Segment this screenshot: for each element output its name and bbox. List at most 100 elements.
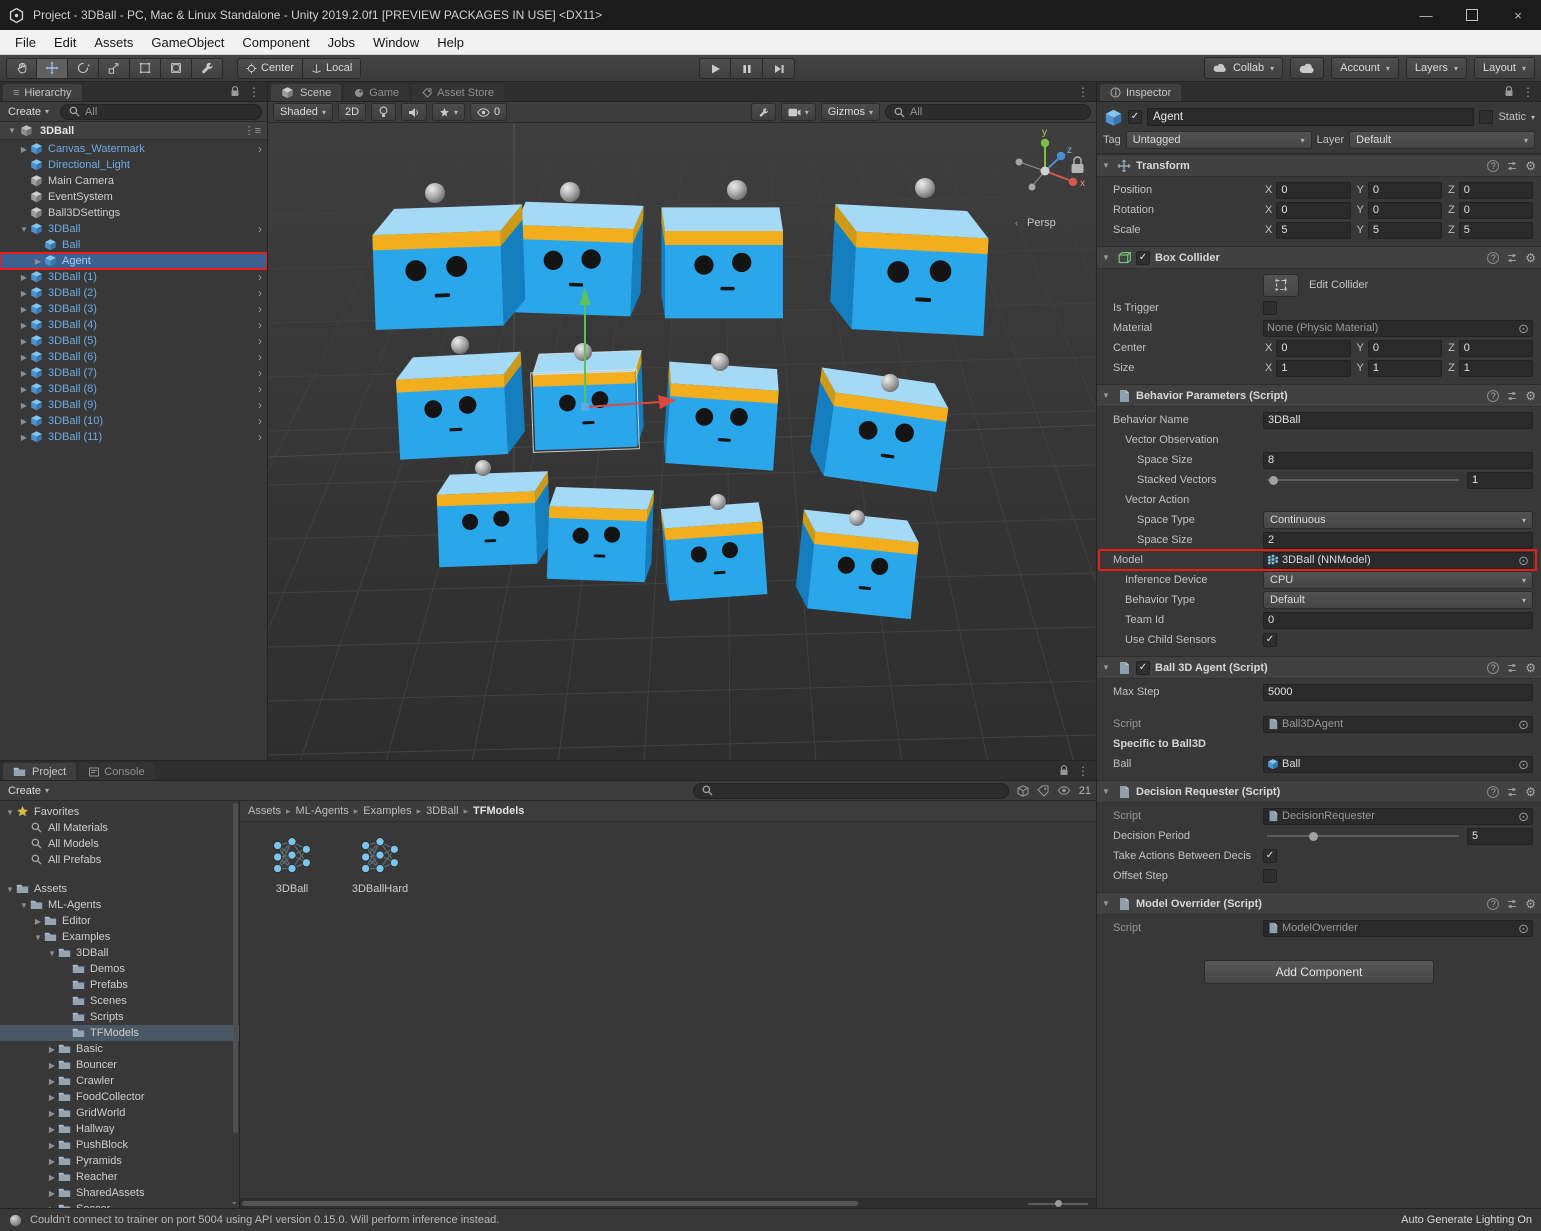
disclosure-closed-icon[interactable]: ▶	[18, 289, 30, 298]
eye-icon[interactable]	[1057, 786, 1071, 795]
disclosure-closed-icon[interactable]: ▶	[46, 1061, 58, 1070]
help-icon[interactable]: ?	[1487, 159, 1500, 172]
crumb-ml-agents[interactable]: ML-Agents	[296, 805, 349, 817]
disclosure-open-icon[interactable]: ▼	[1102, 899, 1112, 908]
space-type-dropdown[interactable]: Continuous ▾	[1263, 511, 1533, 529]
gear-icon[interactable]: ⚙	[1525, 390, 1536, 402]
help-icon[interactable]: ?	[1487, 389, 1500, 402]
pause-button[interactable]	[731, 58, 763, 79]
center-y-field[interactable]: 0	[1367, 339, 1443, 357]
move-tool-button[interactable]	[37, 57, 68, 79]
disclosure-closed-icon[interactable]: ▶	[18, 145, 30, 154]
offset-step-checkbox[interactable]	[1263, 869, 1277, 883]
center-z-field[interactable]: 0	[1458, 339, 1533, 357]
pivot-center-button[interactable]: Center	[237, 57, 304, 79]
play-button[interactable]	[699, 58, 731, 79]
is-trigger-checkbox[interactable]	[1263, 301, 1277, 315]
tab-console[interactable]: Console	[79, 763, 155, 780]
disclosure-closed-icon[interactable]: ▶	[18, 353, 30, 362]
help-icon[interactable]: ?	[1487, 251, 1500, 264]
prefab-open-arrow[interactable]: ›	[258, 318, 262, 332]
hierarchy-item-3dball-8[interactable]: ▶ 3DBall (8) ›	[0, 381, 267, 397]
lock-icon[interactable]	[1504, 86, 1514, 97]
edit-collider-button[interactable]	[1263, 273, 1299, 297]
hierarchy-item-agent[interactable]: ▶ Agent	[0, 252, 267, 270]
behavior-parameters-header[interactable]: ▼ Behavior Parameters (Script) ? ⚙	[1097, 385, 1541, 407]
disclosure-open-icon[interactable]: ▼	[1102, 787, 1112, 796]
disclosure-closed-icon[interactable]: ▶	[18, 369, 30, 378]
disclosure-open-icon[interactable]: ▼	[4, 808, 16, 817]
disclosure-closed-icon[interactable]: ▶	[18, 433, 30, 442]
maximize-button[interactable]	[1449, 0, 1495, 30]
decision-requester-header[interactable]: ▼ Decision Requester (Script) ? ⚙	[1097, 781, 1541, 803]
panel-menu-icon[interactable]: ⋮	[1522, 85, 1534, 99]
disclosure-closed-icon[interactable]: ▶	[18, 385, 30, 394]
gameobject-name-field[interactable]: Agent	[1147, 108, 1475, 126]
project-folder-pushblock[interactable]: ▶ PushBlock	[0, 1137, 239, 1153]
material-object-field[interactable]: None (Physic Material) ⊙	[1263, 319, 1533, 337]
disclosure-closed-icon[interactable]: ▶	[32, 257, 44, 266]
object-picker-icon[interactable]: ⊙	[1518, 810, 1529, 823]
component-tools-button[interactable]	[750, 103, 776, 121]
add-component-button[interactable]: Add Component	[1204, 960, 1434, 984]
asset-3dball[interactable]: 3DBall	[256, 834, 328, 895]
panel-menu-icon[interactable]: ⋮	[1077, 764, 1089, 778]
project-folder-basic[interactable]: ▶ Basic	[0, 1041, 239, 1057]
disclosure-open-icon[interactable]: ▼	[18, 225, 30, 234]
project-folder-sharedassets[interactable]: ▶ SharedAssets	[0, 1185, 239, 1201]
gizmos-dropdown[interactable]: Gizmos ▾	[820, 103, 880, 121]
object-picker-icon[interactable]: ⊙	[1518, 922, 1529, 935]
project-folder-all-prefabs[interactable]: All Prefabs	[0, 852, 239, 868]
menu-help[interactable]: Help	[428, 30, 473, 54]
lock-icon[interactable]	[1059, 765, 1069, 776]
auto-generate-lighting-label[interactable]: Auto Generate Lighting On	[1401, 1214, 1532, 1226]
preset-icon[interactable]	[1506, 662, 1518, 674]
disclosure-closed-icon[interactable]: ▶	[18, 337, 30, 346]
pivot-local-button[interactable]: Local	[303, 57, 362, 79]
position-y-field[interactable]: 0	[1367, 181, 1443, 199]
disclosure-open-icon[interactable]: ▼	[18, 901, 30, 910]
help-icon[interactable]: ?	[1487, 785, 1500, 798]
scene-search-input[interactable]: All	[885, 104, 1091, 120]
hierarchy-item-3dball-2[interactable]: ▶ 3DBall (2) ›	[0, 285, 267, 301]
disclosure-open-icon[interactable]: ▼	[6, 126, 18, 135]
minimize-button[interactable]: —	[1403, 0, 1449, 30]
project-folder-all-models[interactable]: All Models	[0, 836, 239, 852]
asset-3dballhard[interactable]: 3DBallHard	[344, 834, 416, 895]
hierarchy-item-3dball-5[interactable]: ▶ 3DBall (5) ›	[0, 333, 267, 349]
ball-object-field[interactable]: Ball ⊙	[1263, 755, 1533, 773]
scene-menu-icon[interactable]: ⋮≡	[244, 124, 261, 137]
prefab-open-arrow[interactable]: ›	[258, 334, 262, 348]
stacked-vectors-slider[interactable]	[1267, 475, 1459, 485]
rotate-tool-button[interactable]	[68, 57, 99, 79]
disclosure-open-icon[interactable]: ▼	[1102, 161, 1112, 170]
preset-icon[interactable]	[1506, 898, 1518, 910]
crumb-assets[interactable]: Assets	[248, 805, 281, 817]
custom-tool-button[interactable]	[192, 57, 223, 79]
preset-icon[interactable]	[1506, 390, 1518, 402]
hierarchy-item-eventsystem[interactable]: EventSystem	[0, 189, 267, 205]
project-folder-scenes[interactable]: Scenes	[0, 993, 239, 1009]
preset-icon[interactable]	[1506, 160, 1518, 172]
step-button[interactable]	[763, 58, 795, 79]
project-folder-bouncer[interactable]: ▶ Bouncer	[0, 1057, 239, 1073]
disclosure-closed-icon[interactable]: ▶	[18, 273, 30, 282]
hierarchy-item-canvas-watermark[interactable]: ▶ Canvas_Watermark ›	[0, 141, 267, 157]
disclosure-closed-icon[interactable]: ▶	[46, 1189, 58, 1198]
disclosure-closed-icon[interactable]: ▶	[46, 1109, 58, 1118]
cloud-services-button[interactable]	[1290, 57, 1325, 79]
component-enabled-checkbox[interactable]: ✓	[1136, 660, 1150, 675]
hierarchy-item-3dball-7[interactable]: ▶ 3DBall (7) ›	[0, 365, 267, 381]
decision-period-slider[interactable]	[1267, 831, 1459, 841]
static-checkbox[interactable]	[1479, 110, 1494, 124]
tab-game[interactable]: Game	[344, 84, 410, 101]
disclosure-closed-icon[interactable]: ▶	[46, 1077, 58, 1086]
tab-project[interactable]: Project	[3, 763, 77, 780]
scale-y-field[interactable]: 5	[1367, 221, 1443, 239]
layer-dropdown[interactable]: Default ▾	[1349, 131, 1535, 149]
size-x-field[interactable]: 1	[1276, 359, 1351, 377]
collab-button[interactable]: Collab ▾	[1203, 57, 1284, 79]
rect-tool-button[interactable]	[130, 57, 161, 79]
hierarchy-create-button[interactable]: Create ▾	[5, 106, 52, 118]
hierarchy-item-main-camera[interactable]: Main Camera	[0, 173, 267, 189]
